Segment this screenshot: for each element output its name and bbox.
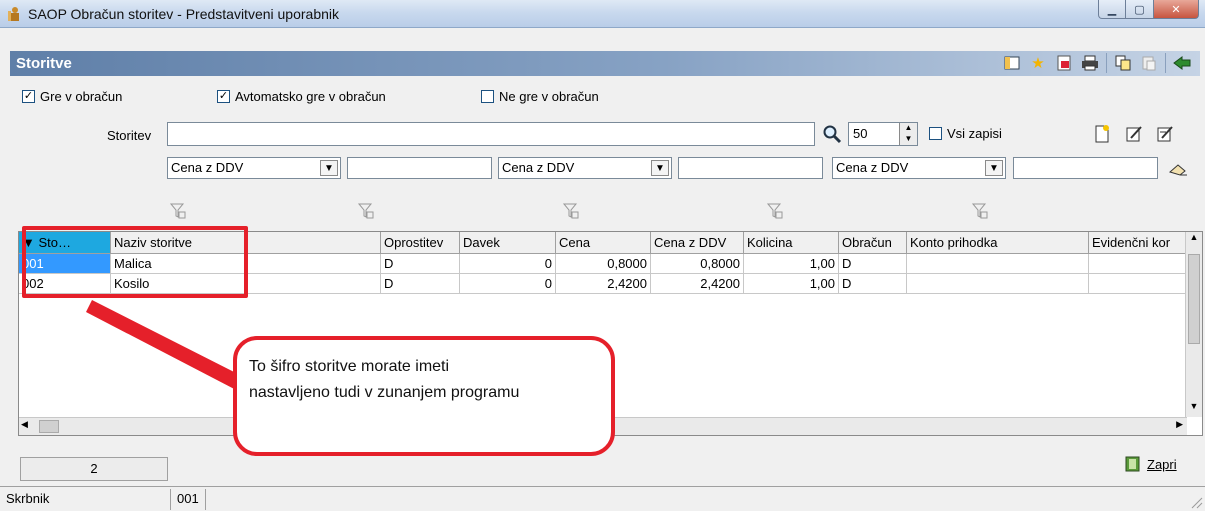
callout-bubble: To šifro storitve morate imeti nastavlje… bbox=[233, 336, 615, 456]
zapri-label: Zapri bbox=[1147, 456, 1177, 472]
callout-text: To šifro storitve morate imeti nastavlje… bbox=[249, 358, 520, 401]
resize-grip-icon[interactable] bbox=[1189, 495, 1203, 509]
close-door-icon bbox=[1125, 456, 1140, 472]
record-count: 2 bbox=[20, 457, 168, 481]
status-separator bbox=[170, 489, 171, 510]
status-bar: Skrbnik 001 bbox=[0, 486, 1205, 511]
status-separator bbox=[205, 489, 206, 510]
status-user-label: Skrbnik bbox=[6, 491, 50, 506]
status-user-code: 001 bbox=[177, 491, 199, 506]
zapri-button[interactable]: Zapri bbox=[1123, 455, 1177, 473]
